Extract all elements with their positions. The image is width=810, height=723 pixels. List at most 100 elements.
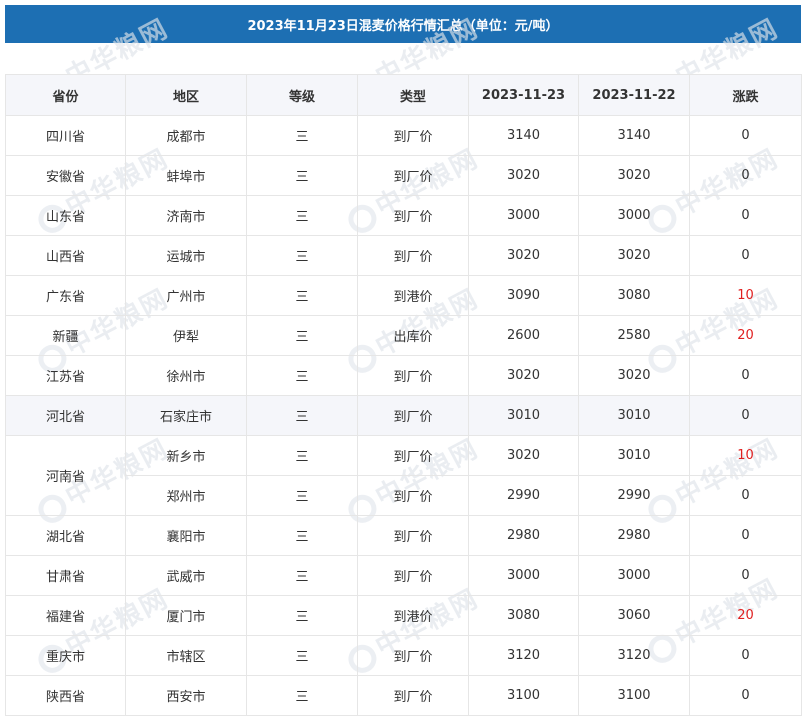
cell-grade: 三 — [246, 515, 358, 556]
cell-grade: 三 — [246, 355, 358, 396]
cell-type: 出库价 — [357, 315, 469, 356]
cell-grade: 三 — [246, 635, 358, 676]
cell-region: 广州市 — [125, 275, 247, 316]
cell-type: 到厂价 — [357, 675, 469, 716]
cell-province: 河北省 — [5, 395, 126, 436]
cell-province: 山东省 — [5, 195, 126, 236]
cell-type: 到厂价 — [357, 435, 469, 476]
cell-province: 广东省 — [5, 275, 126, 316]
cell-region: 济南市 — [125, 195, 247, 236]
cell-price-1: 3000 — [468, 195, 579, 236]
cell-region: 襄阳市 — [125, 515, 247, 556]
cell-region: 西安市 — [125, 675, 247, 716]
table-row: 新疆 伊犁 三 出库价 2600 2580 20 — [5, 315, 802, 356]
table-row: 郑州市 三 到厂价 2990 2990 0 — [6, 475, 802, 516]
cell-change: 0 — [689, 635, 802, 676]
cell-change-up: 20 — [689, 595, 802, 636]
cell-price-2: 2580 — [578, 315, 690, 356]
cell-price-2: 3000 — [578, 195, 690, 236]
table-row: 河南省 新乡市 三 到厂价 3020 3010 10 — [5, 435, 802, 516]
cell-price-2: 3120 — [578, 635, 690, 676]
cell-price-2: 3080 — [578, 275, 690, 316]
cell-price-1: 3000 — [468, 555, 579, 596]
cell-region: 郑州市 — [125, 475, 247, 516]
column-header-province: 省份 — [5, 74, 126, 116]
cell-type: 到厂价 — [357, 235, 469, 276]
cell-province: 安徽省 — [5, 155, 126, 196]
cell-price-1: 3020 — [468, 235, 579, 276]
cell-price-2: 2980 — [578, 515, 690, 556]
cell-price-1: 3080 — [468, 595, 579, 636]
cell-province-merged: 河南省 — [5, 435, 126, 516]
cell-province: 江苏省 — [5, 355, 126, 396]
cell-price-2: 3100 — [578, 675, 690, 716]
cell-type: 到厂价 — [357, 475, 469, 516]
cell-type: 到厂价 — [357, 155, 469, 196]
table-row: 山东省 济南市 三 到厂价 3000 3000 0 — [5, 195, 802, 236]
cell-province: 湖北省 — [5, 515, 126, 556]
cell-change: 0 — [689, 235, 802, 276]
cell-region: 运城市 — [125, 235, 247, 276]
cell-type: 到厂价 — [357, 115, 469, 156]
cell-province: 四川省 — [5, 115, 126, 156]
cell-price-1: 3090 — [468, 275, 579, 316]
cell-type: 到港价 — [357, 275, 469, 316]
cell-province: 山西省 — [5, 235, 126, 276]
cell-region: 武威市 — [125, 555, 247, 596]
cell-change: 0 — [689, 195, 802, 236]
cell-grade: 三 — [246, 595, 358, 636]
column-header-region: 地区 — [125, 74, 247, 116]
cell-province: 福建省 — [5, 595, 126, 636]
cell-price-2: 3020 — [578, 155, 690, 196]
cell-grade: 三 — [246, 675, 358, 716]
table-header-row: 省份 地区 等级 类型 2023-11-23 2023-11-22 涨跌 — [5, 74, 802, 116]
cell-province: 重庆市 — [5, 635, 126, 676]
cell-change: 0 — [689, 155, 802, 196]
cell-region: 市辖区 — [125, 635, 247, 676]
cell-region: 石家庄市 — [125, 395, 247, 436]
cell-region: 蚌埠市 — [125, 155, 247, 196]
cell-change: 0 — [689, 555, 802, 596]
table-row: 江苏省 徐州市 三 到厂价 3020 3020 0 — [5, 355, 802, 396]
cell-region: 成都市 — [125, 115, 247, 156]
cell-type: 到厂价 — [357, 515, 469, 556]
cell-price-2: 3020 — [578, 355, 690, 396]
cell-price-2: 3010 — [578, 435, 690, 476]
cell-type: 到港价 — [357, 595, 469, 636]
table-row: 湖北省 襄阳市 三 到厂价 2980 2980 0 — [5, 515, 802, 556]
cell-grade: 三 — [246, 155, 358, 196]
cell-type: 到厂价 — [357, 395, 469, 436]
table-row: 安徽省 蚌埠市 三 到厂价 3020 3020 0 — [5, 155, 802, 196]
cell-province: 甘肃省 — [5, 555, 126, 596]
cell-grade: 三 — [246, 275, 358, 316]
table-row: 陕西省 西安市 三 到厂价 3100 3100 0 — [5, 675, 802, 716]
cell-type: 到厂价 — [357, 355, 469, 396]
cell-price-1: 3120 — [468, 635, 579, 676]
cell-price-2: 3010 — [578, 395, 690, 436]
cell-change: 0 — [689, 115, 802, 156]
cell-grade: 三 — [246, 315, 358, 356]
cell-type: 到厂价 — [357, 635, 469, 676]
cell-region: 厦门市 — [125, 595, 247, 636]
table-row-highlighted: 河北省 石家庄市 三 到厂价 3010 3010 0 — [5, 395, 802, 436]
cell-price-2: 3060 — [578, 595, 690, 636]
column-header-grade: 等级 — [246, 74, 358, 116]
cell-change-up: 20 — [689, 315, 802, 356]
cell-change: 0 — [689, 355, 802, 396]
cell-price-2: 3140 — [578, 115, 690, 156]
cell-price-1: 3140 — [468, 115, 579, 156]
cell-grade: 三 — [246, 435, 358, 476]
cell-change: 0 — [689, 475, 802, 516]
column-header-date-1: 2023-11-23 — [468, 74, 579, 116]
cell-grade: 三 — [246, 395, 358, 436]
cell-region: 新乡市 — [125, 435, 247, 476]
cell-change: 0 — [689, 515, 802, 556]
column-header-date-2: 2023-11-22 — [578, 74, 690, 116]
table-row: 山西省 运城市 三 到厂价 3020 3020 0 — [5, 235, 802, 276]
cell-price-1: 2990 — [468, 475, 579, 516]
cell-price-1: 3020 — [468, 155, 579, 196]
cell-price-2: 3000 — [578, 555, 690, 596]
cell-change: 0 — [689, 675, 802, 716]
column-header-change: 涨跌 — [689, 74, 802, 116]
table-row: 甘肃省 武威市 三 到厂价 3000 3000 0 — [5, 555, 802, 596]
